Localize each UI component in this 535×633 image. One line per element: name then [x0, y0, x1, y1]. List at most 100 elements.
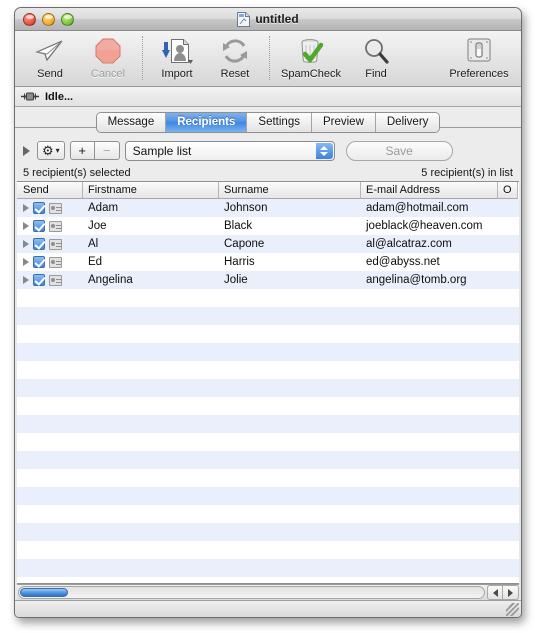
scroll-left-arrow[interactable] [487, 585, 503, 600]
row-disclosure-icon[interactable] [23, 240, 29, 248]
table-row-empty[interactable] [17, 523, 519, 541]
table-row-empty[interactable] [17, 487, 519, 505]
table-row[interactable]: Al Capone al@alcatraz.com [17, 235, 519, 253]
table-row-empty[interactable] [17, 451, 519, 469]
column-header-surname[interactable]: Surname [219, 182, 361, 199]
magnifier-icon [362, 36, 390, 66]
cell-email: ed@abyss.net [366, 256, 440, 268]
cell-surname: Jolie [224, 274, 248, 286]
column-header-firstname[interactable]: Firstname [83, 182, 219, 199]
toolbar: Send Cancel Import Reset SpamCheck Find … [15, 31, 521, 87]
resize-grip[interactable] [506, 603, 519, 616]
table-row[interactable]: Joe Black joeblack@heaven.com [17, 217, 519, 235]
send-checkbox[interactable] [33, 220, 45, 232]
tab-settings[interactable]: Settings [247, 112, 312, 132]
table-row-empty[interactable] [17, 379, 519, 397]
table-row-empty[interactable] [17, 343, 519, 361]
column-header-o[interactable]: O [498, 182, 518, 199]
import-contact-icon [161, 36, 193, 66]
row-disclosure-icon[interactable] [23, 276, 29, 284]
list-controls: ⚙ ▾ + − Sample list Save [15, 137, 521, 164]
minimize-button[interactable] [42, 12, 55, 26]
row-disclosure-icon[interactable] [23, 258, 29, 266]
column-header-send[interactable]: Send [17, 182, 83, 199]
table-row-empty[interactable] [17, 505, 519, 523]
table-row-empty[interactable] [17, 361, 519, 379]
chevron-down-icon: ▾ [55, 146, 60, 155]
send-checkbox[interactable] [33, 238, 45, 250]
table-row-empty[interactable] [17, 325, 519, 343]
status-bar: Idle... [15, 87, 521, 107]
cell-send [17, 274, 83, 286]
cell-firstname: Adam [88, 202, 119, 214]
table-row-empty[interactable] [17, 433, 519, 451]
close-button[interactable] [23, 12, 36, 26]
cell-email: angelina@tomb.org [366, 274, 467, 286]
table-row-empty[interactable] [17, 559, 519, 577]
toolbar-label-send: Send [37, 68, 63, 80]
cell-firstname: Joe [88, 220, 107, 232]
action-gear-button[interactable]: ⚙ ▾ [37, 141, 65, 160]
scroll-thumb[interactable] [20, 588, 68, 597]
row-disclosure-icon[interactable] [23, 222, 29, 230]
table-row[interactable]: Angelina Jolie angelina@tomb.org [17, 271, 519, 289]
add-recipient-button[interactable]: + [69, 141, 95, 160]
table-row-empty[interactable] [17, 397, 519, 415]
list-popup-button[interactable]: Sample list [124, 140, 335, 161]
table-row-empty[interactable] [17, 307, 519, 325]
table-row-empty[interactable] [17, 469, 519, 487]
column-header-email[interactable]: E-mail Address [361, 182, 498, 199]
toolbar-button-send[interactable]: Send [21, 34, 79, 80]
send-checkbox[interactable] [33, 256, 45, 268]
counts-row: 5 recipient(s) selected 5 recipient(s) i… [15, 164, 521, 181]
cell-send [17, 256, 83, 268]
contact-card-icon [49, 256, 62, 268]
toolbar-button-find[interactable]: Find [347, 34, 405, 80]
tab-preview[interactable]: Preview [311, 112, 376, 132]
cell-send [17, 220, 83, 232]
table-header: Send Firstname Surname E-mail Address O [17, 182, 519, 199]
tab-message[interactable]: Message [96, 112, 167, 132]
title-center: untitled [15, 11, 521, 27]
list-popup-value: Sample list [132, 143, 192, 158]
save-button[interactable]: Save [345, 140, 453, 161]
cell-email: adam@hotmail.com [366, 202, 469, 214]
contact-card-icon [49, 220, 62, 232]
horizontal-scrollbar[interactable] [17, 584, 519, 600]
zoom-button[interactable] [61, 12, 74, 26]
toolbar-label-preferences: Preferences [449, 68, 509, 80]
send-checkbox[interactable] [33, 202, 45, 214]
inlist-count: 5 recipient(s) in list [421, 166, 513, 179]
contact-card-icon [49, 238, 62, 250]
table-row-empty[interactable] [17, 415, 519, 433]
title-bar[interactable]: untitled [15, 8, 521, 31]
send-checkbox[interactable] [33, 274, 45, 286]
toolbar-button-cancel[interactable]: Cancel [79, 34, 137, 80]
table-row[interactable]: Ed Harris ed@abyss.net [17, 253, 519, 271]
table-row-empty[interactable] [17, 541, 519, 559]
stop-octagon-icon [94, 36, 122, 66]
row-disclosure-icon[interactable] [23, 204, 29, 212]
disclosure-triangle-icon[interactable] [23, 145, 30, 156]
toolbar-button-preferences[interactable]: Preferences [443, 34, 515, 80]
add-remove-group: + − [69, 141, 120, 160]
toolbar-button-reset[interactable]: Reset [206, 34, 264, 80]
table-row[interactable]: Adam Johnson adam@hotmail.com [17, 199, 519, 217]
cell-send [17, 238, 83, 250]
toolbar-button-spamcheck[interactable]: SpamCheck [275, 34, 347, 80]
toggle-switch-icon [465, 36, 493, 66]
cell-email: al@alcatraz.com [366, 238, 452, 250]
application-window: untitled Send Cancel Import Reset SpamCh… [14, 7, 522, 618]
cell-firstname: Angelina [88, 274, 133, 286]
toolbar-button-import[interactable]: Import [148, 34, 206, 80]
tab-recipients[interactable]: Recipients [166, 112, 248, 132]
status-text: Idle... [45, 90, 74, 103]
remove-recipient-button[interactable]: − [94, 141, 120, 160]
scroll-track[interactable] [18, 586, 485, 599]
table-row-empty[interactable] [17, 289, 519, 307]
tab-delivery[interactable]: Delivery [375, 112, 440, 132]
toolbar-label-cancel: Cancel [90, 68, 126, 80]
cell-surname: Black [224, 220, 253, 232]
document-icon [237, 11, 251, 27]
scroll-right-arrow[interactable] [503, 585, 519, 600]
